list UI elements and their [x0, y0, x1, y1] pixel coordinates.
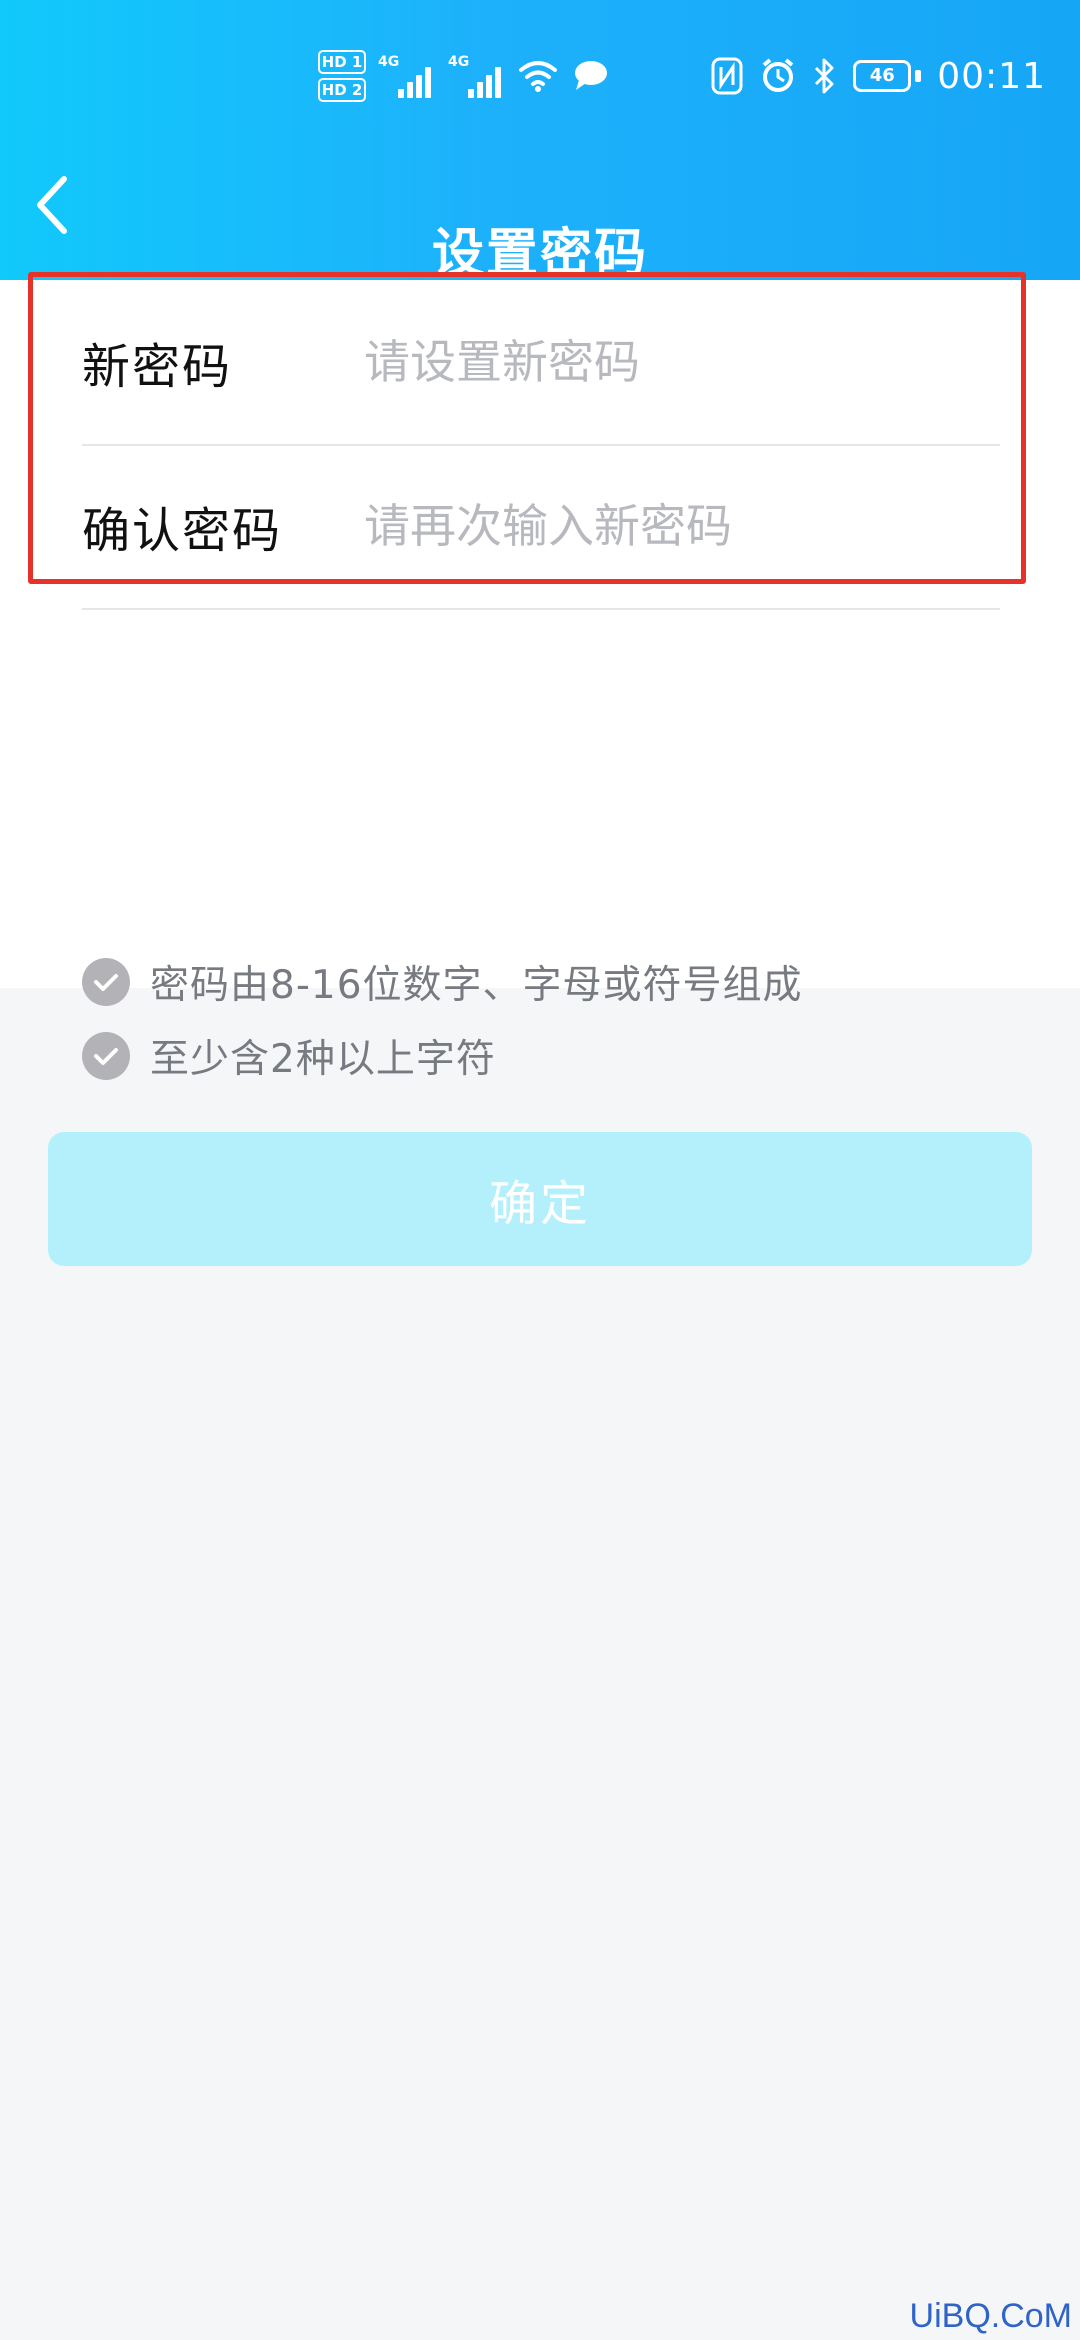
confirm-button[interactable]: 确定	[48, 1132, 1032, 1266]
bluetooth-icon	[815, 58, 834, 94]
signal-bar	[425, 67, 431, 98]
network-type-label: 4G	[378, 54, 400, 70]
signal-icon: 4G	[378, 54, 436, 98]
battery-level: 46	[853, 60, 912, 92]
hd2-indicator: HD 2	[318, 78, 366, 102]
chat-icon	[575, 61, 607, 90]
battery-tip	[915, 70, 922, 82]
watermark: UiBQ.CoM	[909, 2297, 1072, 2335]
navigation-bar: 设置密码	[0, 150, 1080, 284]
status-time: 00:11	[937, 55, 1046, 97]
confirm-password-row: 确认密码	[82, 444, 1000, 610]
signal-bar	[486, 75, 492, 98]
battery-icon: 46	[853, 58, 922, 94]
status-bar: HD 1 HD 2 4G 4G 46 00:11	[0, 0, 1080, 150]
new-password-label: 新密码	[82, 339, 233, 395]
hd-indicators: HD 1 HD 2	[318, 50, 366, 102]
signal-bars	[468, 67, 501, 98]
signal-bar	[495, 67, 501, 98]
password-rules: 密码由8-16位数字、字母或符号组成 至少含2种以上字符	[82, 945, 982, 1093]
signal-bars	[398, 67, 431, 98]
new-password-row: 新密码	[82, 280, 1000, 446]
confirm-password-input[interactable]	[364, 499, 964, 553]
signal-bar	[398, 89, 404, 98]
password-rule-text: 密码由8-16位数字、字母或符号组成	[150, 963, 803, 1008]
page-title: 设置密码	[431, 223, 648, 284]
nfc-icon	[711, 57, 743, 95]
status-left: HD 1 HD 2 4G 4G	[318, 46, 610, 106]
signal-bar	[407, 82, 413, 98]
signal-bar	[416, 75, 422, 98]
confirm-password-label: 确认密码	[82, 503, 283, 559]
new-password-input[interactable]	[364, 335, 964, 389]
signal-bar	[477, 82, 483, 98]
network-type-label: 4G	[448, 54, 470, 70]
password-rule-item: 密码由8-16位数字、字母或符号组成	[82, 945, 982, 1019]
password-form-card: 新密码 确认密码 密码由8-16位数字、字母或符号组成 至少含2种以上字符 确定	[0, 280, 1080, 1266]
check-circle-icon	[82, 958, 130, 1006]
app-header: HD 1 HD 2 4G 4G 46 00:11 设置密码	[0, 0, 1080, 284]
hd1-indicator: HD 1	[318, 50, 366, 74]
alarm-icon	[762, 58, 794, 92]
check-circle-icon	[82, 1032, 130, 1080]
password-rule-item: 至少含2种以上字符	[82, 1019, 982, 1093]
wifi-icon	[519, 61, 557, 92]
status-right: 46 00:11	[711, 52, 1046, 100]
signal-bar	[468, 89, 474, 98]
password-rule-text: 至少含2种以上字符	[150, 1037, 496, 1082]
signal-icon: 4G	[448, 54, 506, 98]
